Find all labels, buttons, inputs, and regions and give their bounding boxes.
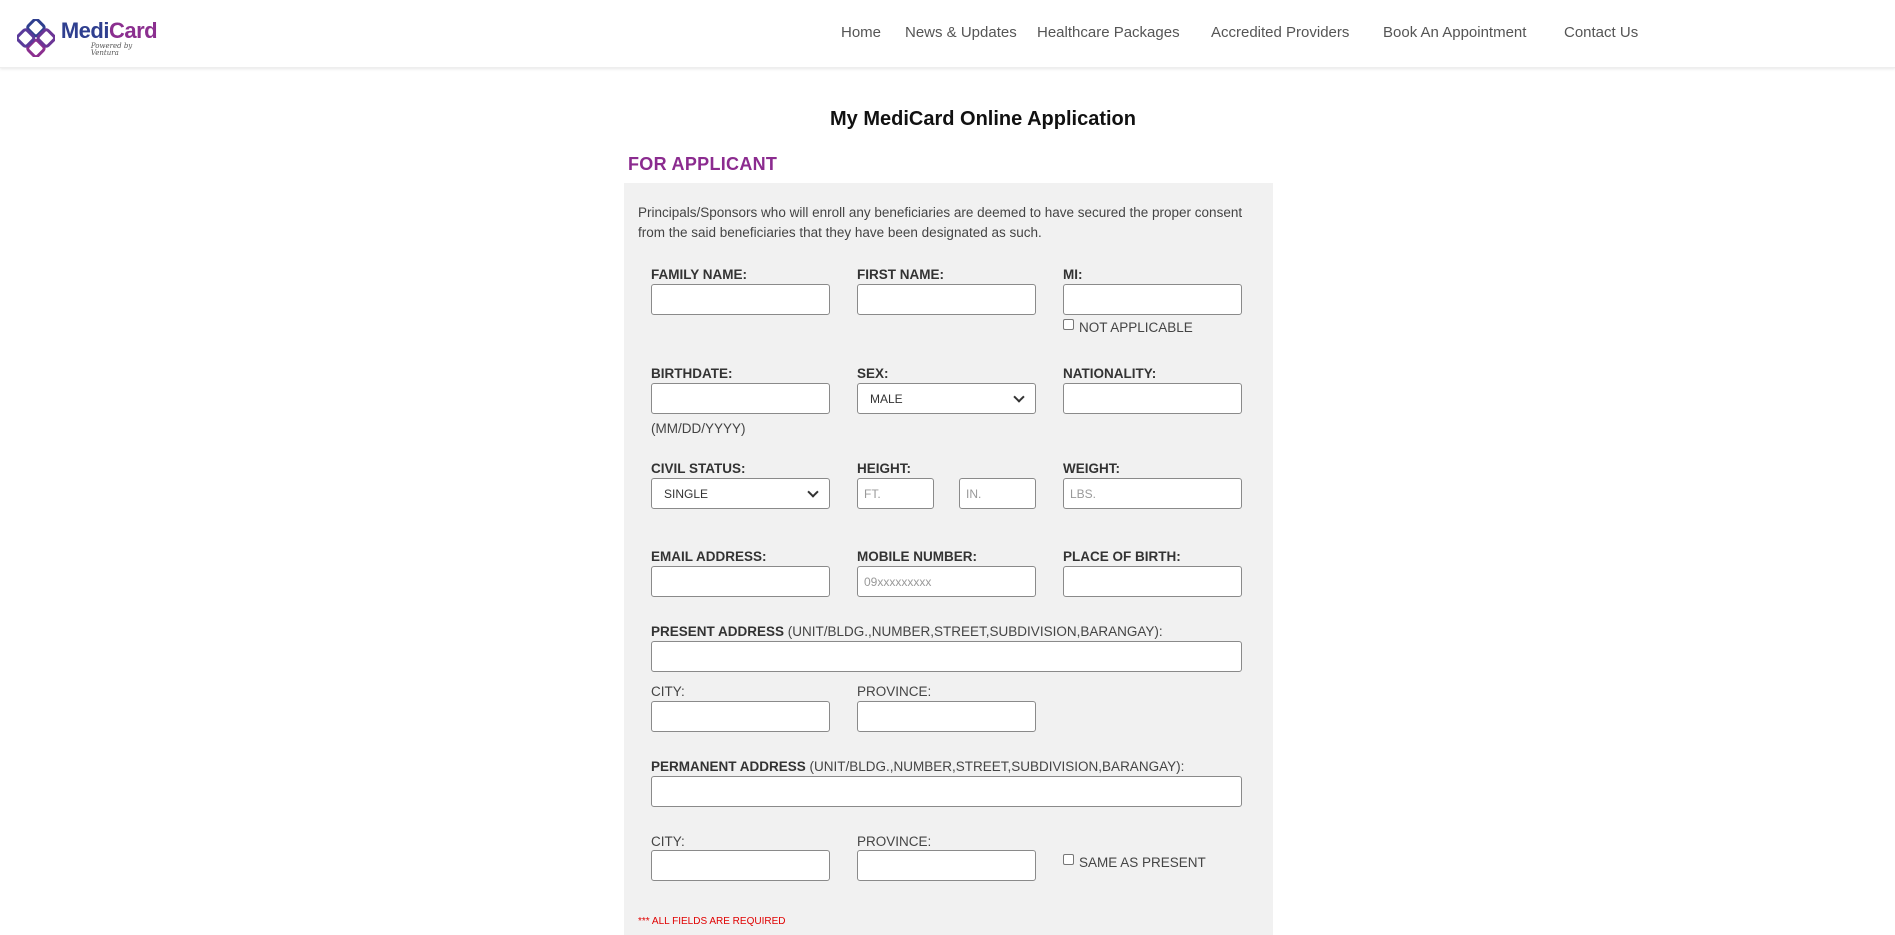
civil-status-label: CIVIL STATUS: <box>651 461 746 476</box>
permanent-province-label: PROVINCE: <box>857 834 932 849</box>
same-as-present-label: SAME AS PRESENT <box>1079 855 1206 870</box>
permanent-province-input[interactable] <box>857 850 1036 881</box>
permanent-address-label: PERMANENT ADDRESS (UNIT/BLDG.,NUMBER,STR… <box>651 759 1184 774</box>
medicard-logo-icon <box>17 19 55 57</box>
present-city-input[interactable] <box>651 701 830 732</box>
place-of-birth-label: PLACE OF BIRTH: <box>1063 549 1181 564</box>
family-name-input[interactable] <box>651 284 830 315</box>
place-of-birth-input[interactable] <box>1063 566 1242 597</box>
section-title: FOR APPLICANT <box>628 154 778 174</box>
not-applicable-checkbox[interactable] <box>1063 319 1074 330</box>
family-name-label: FAMILY NAME: <box>651 267 748 282</box>
nav-healthcare-packages[interactable]: Healthcare Packages <box>1037 24 1180 41</box>
present-address-label-text: PRESENT ADDRESS <box>651 624 785 639</box>
brand-name-part2: Card <box>108 17 158 43</box>
permanent-city-input[interactable] <box>651 850 830 881</box>
sex-label: SEX: <box>857 366 889 381</box>
present-city-label: CITY: <box>651 684 685 699</box>
civil-status-select[interactable]: SINGLE <box>651 478 830 509</box>
chevron-down-icon <box>1013 390 1025 403</box>
height-label: HEIGHT: <box>857 461 911 476</box>
mi-input[interactable] <box>1063 284 1242 315</box>
height-feet-input[interactable] <box>857 478 934 509</box>
mi-label: MI: <box>1063 267 1083 282</box>
not-applicable-option[interactable]: NOT APPLICABLE <box>1063 319 1193 335</box>
birthdate-input[interactable] <box>651 383 830 414</box>
brand-name-part1: Medi <box>60 17 110 43</box>
birthdate-format-hint: (MM/DD/YYYY) <box>651 421 746 436</box>
chevron-down-icon <box>807 485 819 498</box>
nav-home[interactable]: Home <box>841 24 881 41</box>
same-as-present-checkbox[interactable] <box>1063 854 1074 865</box>
nav-book-appointment[interactable]: Book An Appointment <box>1383 24 1526 41</box>
mobile-label: MOBILE NUMBER: <box>857 549 977 564</box>
permanent-address-label-text: PERMANENT ADDRESS <box>651 759 806 774</box>
birthdate-label: BIRTHDATE: <box>651 366 733 381</box>
present-province-input[interactable] <box>857 701 1036 732</box>
permanent-address-input[interactable] <box>651 776 1242 807</box>
consent-text: Principals/Sponsors who will enroll any … <box>638 205 1243 240</box>
nav-news-updates[interactable]: News & Updates <box>905 24 1017 41</box>
weight-label: WEIGHT: <box>1063 461 1120 476</box>
not-applicable-label: NOT APPLICABLE <box>1079 320 1193 335</box>
mobile-input[interactable] <box>857 566 1036 597</box>
nav-contact-us[interactable]: Contact Us <box>1564 24 1638 41</box>
same-as-present-option[interactable]: SAME AS PRESENT <box>1063 854 1206 870</box>
present-address-hint: (UNIT/BLDG.,NUMBER,STREET,SUBDIVISION,BA… <box>784 624 1163 639</box>
nav-accredited-providers[interactable]: Accredited Providers <box>1211 24 1349 41</box>
first-name-label: FIRST NAME: <box>857 267 944 282</box>
present-address-input[interactable] <box>651 641 1242 672</box>
permanent-city-label: CITY: <box>651 834 685 849</box>
site-header: MediCard Powered by Ventura Home News & … <box>0 0 1895 68</box>
present-province-label: PROVINCE: <box>857 684 932 699</box>
page-title: My MediCard Online Application <box>830 108 1136 130</box>
brand-tagline: Powered by Ventura <box>90 41 133 57</box>
required-fields-note: *** ALL FIELDS ARE REQUIRED <box>638 916 786 927</box>
brand-name: MediCard <box>60 17 162 43</box>
height-inches-input[interactable] <box>959 478 1036 509</box>
sex-selected-value: MALE <box>870 391 903 406</box>
sex-select[interactable]: MALE <box>857 383 1036 414</box>
medicard-logo[interactable]: MediCard Powered by Ventura <box>17 18 162 58</box>
present-address-label: PRESENT ADDRESS (UNIT/BLDG.,NUMBER,STREE… <box>651 624 1163 639</box>
weight-input[interactable] <box>1063 478 1242 509</box>
civil-status-selected-value: SINGLE <box>664 486 709 501</box>
email-label: EMAIL ADDRESS: <box>651 549 767 564</box>
permanent-address-hint: (UNIT/BLDG.,NUMBER,STREET,SUBDIVISION,BA… <box>805 759 1185 774</box>
first-name-input[interactable] <box>857 284 1036 315</box>
email-input[interactable] <box>651 566 830 597</box>
nationality-input[interactable] <box>1063 383 1242 414</box>
nationality-label: NATIONALITY: <box>1063 366 1157 381</box>
